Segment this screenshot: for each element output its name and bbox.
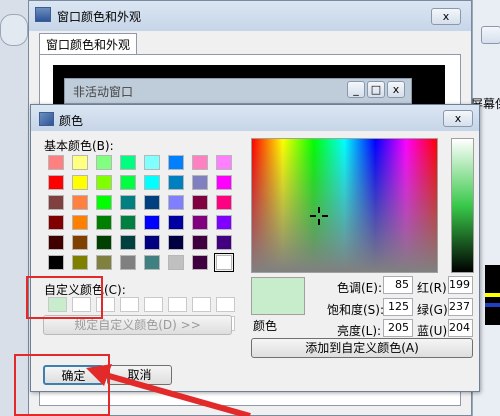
annotation-arrow-line [101, 371, 251, 416]
annotation-arrow [86, 364, 251, 416]
